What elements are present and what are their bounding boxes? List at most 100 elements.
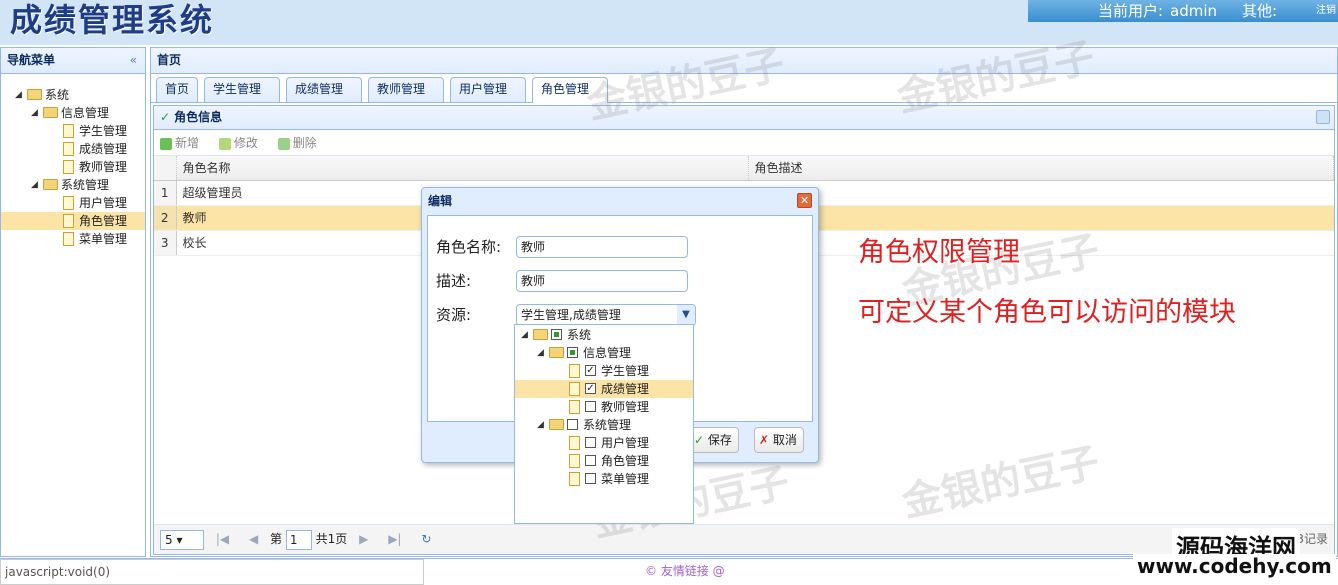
expand-icon[interactable]: ◢ (521, 326, 528, 344)
maximize-icon[interactable] (1316, 110, 1330, 124)
current-user: admin (1170, 2, 1217, 20)
expand-icon[interactable]: ◢ (31, 104, 38, 122)
resource-tree-item[interactable]: ✓ 学生管理 (515, 362, 693, 380)
save-button[interactable]: ✓ 保存 (689, 427, 739, 453)
source-url: www.codehy.com (1133, 554, 1336, 578)
checkbox[interactable] (567, 347, 578, 358)
column-header: 角色描述 (748, 156, 1334, 181)
nav-tree-label: 角色管理 (79, 214, 128, 228)
check-icon: ✓ (160, 110, 171, 124)
main-title-text: 首页 (157, 53, 182, 67)
main-title: 首页 (151, 48, 1337, 74)
next-page-icon[interactable]: ▶ (359, 532, 368, 546)
checkbox[interactable] (567, 419, 578, 430)
nav-tree-label: 成绩管理 (79, 142, 128, 156)
chevron-down-icon[interactable]: ▼ (677, 305, 695, 325)
page-input[interactable]: 1 (285, 529, 312, 550)
checkbox[interactable]: ✓ (585, 383, 596, 394)
tab[interactable]: 教师管理× (368, 77, 444, 119)
edit-button[interactable]: 修改 (218, 136, 258, 150)
folder-icon (549, 347, 564, 358)
tab-label: 首页 (165, 82, 190, 96)
add-button[interactable]: 新增 (160, 136, 199, 150)
file-icon (63, 160, 74, 174)
expand-icon[interactable]: ◢ (537, 416, 544, 434)
nav-tree-item[interactable]: ◢ 系统管理 (1, 176, 145, 194)
resource-tree-label: 菜单管理 (601, 472, 650, 486)
delete-button[interactable]: 删除 (277, 136, 317, 150)
file-icon (63, 142, 74, 156)
collapse-icon[interactable]: « (130, 48, 137, 73)
nav-tree-item[interactable]: 教师管理 (1, 158, 145, 176)
desc-input[interactable]: 教师 (516, 270, 688, 292)
nav-tree-item[interactable]: 成绩管理 (1, 140, 145, 158)
nav-title: 导航菜单 « (1, 48, 145, 74)
nav-tree-item[interactable]: ◢ 信息管理 (1, 104, 145, 122)
resource-tree-label: 系统管理 (583, 418, 632, 432)
tab[interactable]: 首页 (156, 77, 198, 102)
nav-tree-item[interactable]: 用户管理 (1, 194, 145, 212)
refresh-icon[interactable]: ↻ (421, 532, 431, 546)
page-size-select[interactable]: 5 ▾ (160, 529, 204, 550)
resource-tree-item[interactable]: 角色管理 (515, 452, 693, 470)
nav-tree-label: 教师管理 (79, 160, 128, 174)
prev-page-icon[interactable]: ◀ (249, 532, 258, 546)
resource-tree-item[interactable]: ✓ 成绩管理 (515, 380, 693, 398)
tab[interactable]: 用户管理× (450, 77, 526, 119)
friend-link[interactable]: © 友情链接 @ (645, 562, 725, 579)
checkbox[interactable]: ✓ (585, 365, 596, 376)
expand-icon[interactable]: ◢ (31, 176, 38, 194)
table-cell (748, 230, 1334, 256)
tab-label: 教师管理 (377, 82, 426, 96)
cancel-icon: ✗ (759, 433, 770, 447)
resource-tree-item[interactable]: ◢ 信息管理 (515, 344, 693, 362)
header: 成绩管理系统 当前用户: admin 其他: 注销 (0, 0, 1338, 45)
nav-tree-label: 系统管理 (61, 178, 110, 192)
resource-tree-item[interactable]: 菜单管理 (515, 470, 693, 488)
resource-tree-item[interactable]: ◢ 系统 (515, 326, 693, 344)
user-bar: 当前用户: admin 其他: 注销 (1028, 0, 1338, 22)
resource-tree-label: 信息管理 (583, 346, 632, 360)
resource-tree-item[interactable]: 用户管理 (515, 434, 693, 452)
role-name-label: 角色名称: (436, 238, 502, 256)
tab[interactable]: 成绩管理× (286, 77, 362, 119)
resource-combo[interactable]: 学生管理,成绩管理 ▼ (516, 304, 696, 326)
logout-link[interactable]: 注销 (1316, 0, 1336, 22)
nav-tree-item[interactable]: 菜单管理 (1, 230, 145, 248)
first-page-icon[interactable]: |◀ (216, 532, 229, 546)
file-icon (569, 382, 580, 396)
nav-tree-item[interactable]: 学生管理 (1, 122, 145, 140)
expand-icon[interactable]: ◢ (537, 344, 544, 362)
nav-tree-label: 信息管理 (61, 106, 110, 120)
role-name-input[interactable]: 教师 (516, 236, 688, 258)
tab[interactable]: 学生管理× (204, 77, 280, 119)
expand-icon[interactable]: ◢ (15, 86, 22, 104)
tab-label: 角色管理 (541, 82, 590, 96)
file-icon (569, 436, 580, 450)
tab[interactable]: 角色管理× (532, 77, 608, 119)
checkbox[interactable] (585, 401, 596, 412)
resource-tree-label: 成绩管理 (601, 382, 650, 396)
tab-label: 成绩管理 (295, 82, 344, 96)
checkbox[interactable] (585, 437, 596, 448)
edit-icon (218, 137, 231, 150)
last-page-icon[interactable]: ▶| (388, 532, 401, 546)
nav-tree-item[interactable]: ◢ 系统 (1, 86, 145, 104)
check-icon: ✓ (694, 433, 705, 447)
close-icon[interactable]: ✕ (797, 193, 812, 208)
file-icon (63, 124, 74, 138)
page-total: 共1页 (315, 532, 348, 546)
resource-tree-dropdown: ◢ 系统 ◢ 信息管理 ✓ 学生管理 ✓ 成绩管理 教师管理 ◢ 系统管理 用户管理 角色管理 菜单管理 (514, 324, 694, 524)
resource-tree-item[interactable]: ◢ 系统管理 (515, 416, 693, 434)
table-cell (748, 205, 1334, 231)
resource-tree-item[interactable]: 教师管理 (515, 398, 693, 416)
annotation-line: 角色权限管理 (858, 237, 1020, 268)
nav-tree-item[interactable]: 角色管理 (1, 212, 145, 230)
checkbox[interactable] (585, 455, 596, 466)
checkbox[interactable] (585, 473, 596, 484)
nav-tree-label: 系统 (45, 88, 70, 102)
checkbox[interactable] (551, 329, 562, 340)
nav-tree-label: 菜单管理 (79, 232, 128, 246)
add-icon (160, 137, 172, 150)
cancel-button[interactable]: ✗ 取消 (754, 427, 804, 453)
